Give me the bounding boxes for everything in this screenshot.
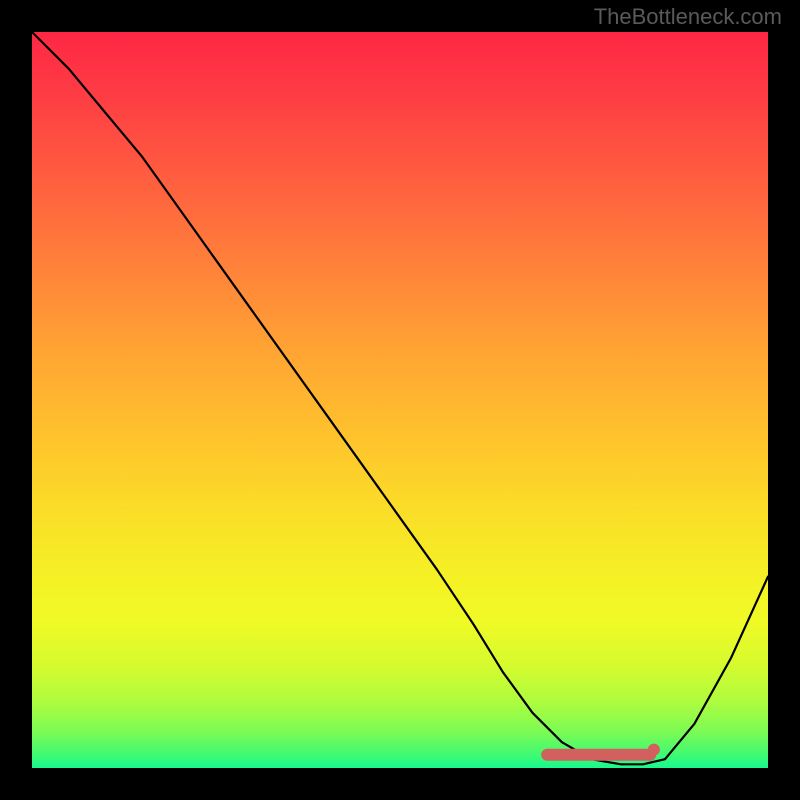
bottom-marker-dot: [648, 744, 660, 756]
plot-area: [32, 32, 768, 768]
watermark-text: TheBottleneck.com: [594, 4, 782, 30]
chart-svg: [32, 32, 768, 768]
bottleneck-curve: [32, 32, 768, 764]
